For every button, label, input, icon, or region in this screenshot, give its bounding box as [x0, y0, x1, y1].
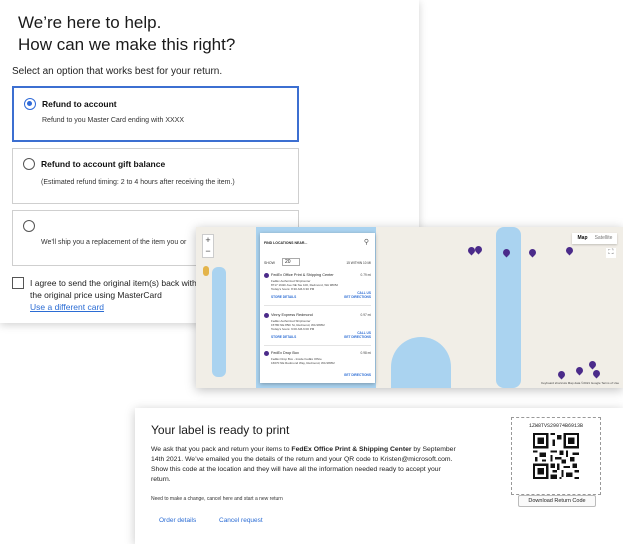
- map-footer: Keyboard shortcuts Map data ©2021 Google…: [541, 381, 619, 385]
- street-view-icon[interactable]: [203, 266, 209, 276]
- store-name: FedEx Office Print & Shipping Center: [291, 446, 412, 453]
- label-body-text: We ask that you pack and return your ite…: [151, 446, 292, 453]
- option-description: We’ll ship you a replacement of the item…: [41, 239, 187, 246]
- map-water: [391, 337, 451, 388]
- location-pin-icon: [264, 351, 269, 356]
- cancel-request-link[interactable]: Cancel request: [219, 517, 263, 524]
- option-label: Refund to account gift balance: [41, 159, 166, 169]
- map-type-toggle[interactable]: Map Satellite: [572, 233, 617, 244]
- within-label: 15 WITHIN 10 MI: [346, 261, 371, 265]
- map-tab[interactable]: Map: [572, 233, 593, 244]
- option-refund-to-account[interactable]: Refund to account Refund to you Master C…: [12, 86, 299, 142]
- zoom-in-button[interactable]: +: [203, 235, 213, 246]
- option-label: Refund to account: [42, 99, 117, 109]
- radio-replacement[interactable]: [23, 220, 35, 232]
- return-code-box: 1ZW8TVS29074B6913B: [511, 417, 601, 495]
- search-icon[interactable]: ⚲: [364, 238, 369, 246]
- options-subtitle: Select an option that works best for you…: [12, 66, 223, 77]
- option-refund-gift-balance[interactable]: Refund to account gift balance (Estimate…: [12, 148, 299, 204]
- page-title: We’re here to help. How can we make this…: [18, 12, 235, 56]
- qr-code-icon: [533, 433, 579, 479]
- get-directions-link[interactable]: GET DIRECTIONS: [344, 295, 371, 299]
- download-return-code-button[interactable]: Download Return Code: [518, 495, 596, 507]
- location-name: FedEx Drop Box: [271, 351, 299, 355]
- show-label: SHOW: [264, 261, 275, 265]
- store-details-link[interactable]: STORE DETAILS: [271, 295, 296, 299]
- location-item[interactable]: FedEx Drop Box 0.98 mi FedEx Drop Box - …: [264, 350, 371, 384]
- satellite-tab[interactable]: Satellite: [593, 233, 614, 244]
- panel-title: FIND LOCATIONS NEAR...: [264, 241, 308, 245]
- show-count-select[interactable]: 20: [282, 258, 300, 266]
- map-zoom-control[interactable]: + −: [202, 234, 214, 258]
- locations-panel: FIND LOCATIONS NEAR... ⚲ SHOW 20 15 WITH…: [260, 233, 375, 383]
- zoom-out-button[interactable]: −: [203, 246, 213, 257]
- radio-refund-gift-balance[interactable]: [23, 158, 35, 170]
- radio-refund-to-account[interactable]: [24, 98, 36, 110]
- order-details-link[interactable]: Order details: [159, 517, 196, 524]
- map-card: + − FIND LOCATIONS NEAR... ⚲ SHOW 20 15 …: [196, 227, 623, 388]
- location-name: FedEx Office Print & Shipping Center: [271, 273, 334, 277]
- fullscreen-icon[interactable]: ⛶: [606, 248, 616, 258]
- return-code-text: 1ZW8TVS29074B6913B: [528, 423, 583, 429]
- location-item[interactable]: Vinny Express Redmond 0.97 mi FedEx Auth…: [264, 312, 371, 346]
- use-different-card-link[interactable]: Use a different card: [30, 302, 104, 312]
- label-ready-card: Your label is ready to print We ask that…: [135, 408, 623, 544]
- location-pin-icon: [264, 313, 269, 318]
- option-description: (Estimated refund timing: 2 to 4 hours a…: [41, 179, 235, 186]
- location-item[interactable]: FedEx Office Print & Shipping Center 0.7…: [264, 272, 371, 306]
- change-note: Need to make a change, cancel here and s…: [151, 496, 283, 502]
- label-body: We ask that you pack and return your ite…: [151, 445, 456, 485]
- location-distance: 0.97 mi: [360, 313, 371, 317]
- store-details-link[interactable]: STORE DETAILS: [271, 335, 296, 339]
- option-description: Refund to you Master Card ending with XX…: [42, 117, 185, 124]
- get-directions-link[interactable]: GET DIRECTIONS: [344, 335, 371, 339]
- location-pin-icon: [264, 273, 269, 278]
- location-address: 16670 NE Redmond Way, Redmond, WA 98052: [271, 361, 335, 365]
- map-water: [212, 267, 226, 377]
- agree-checkbox[interactable]: [12, 277, 24, 289]
- get-directions-link[interactable]: GET DIRECTIONS: [344, 373, 371, 377]
- location-hours: Today's hours: 9:00 AM-6:00 PM: [271, 327, 315, 331]
- title-line-2: How can we make this right?: [18, 35, 236, 54]
- location-distance: 0.98 mi: [360, 351, 371, 355]
- label-title: Your label is ready to print: [151, 423, 290, 437]
- location-hours: Today's hours: 8:30 AM-6:30 PM: [271, 287, 315, 291]
- location-name: Vinny Express Redmond: [271, 313, 313, 317]
- title-line-1: We’re here to help.: [18, 13, 162, 32]
- location-distance: 0.79 mi: [360, 273, 371, 277]
